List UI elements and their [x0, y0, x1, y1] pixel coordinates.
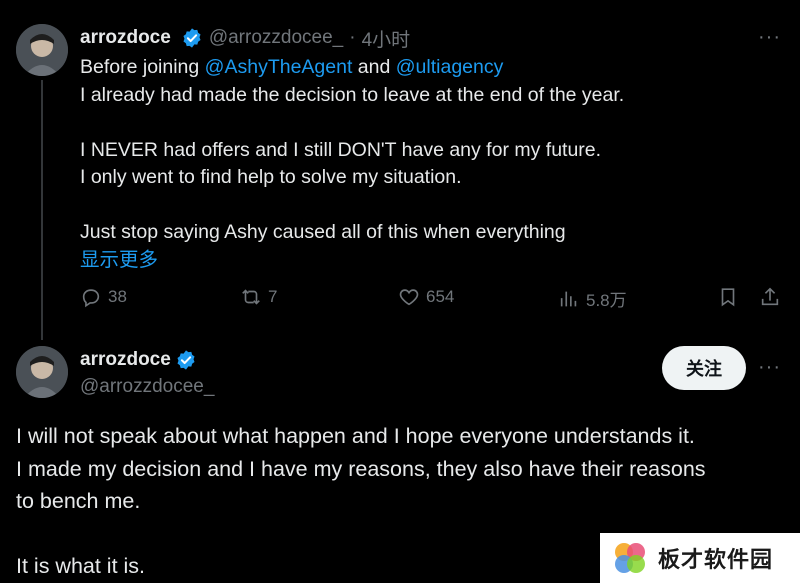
more-options-icon[interactable]: ··· — [758, 356, 781, 379]
tweet-actions: 38 7 654 5.8万 — [80, 286, 790, 316]
like-button[interactable]: 654 — [398, 286, 454, 308]
tweet-line: I NEVER had offers and I still DON'T hav… — [80, 138, 602, 161]
tweet-text: Before joining @AshyTheAgent and @ultiag… — [80, 54, 780, 274]
share-button[interactable] — [759, 286, 781, 308]
retweet-icon — [242, 289, 260, 305]
share-icon — [761, 287, 779, 306]
thread-line — [41, 80, 43, 340]
verified-badge-icon — [177, 350, 195, 370]
author-handle[interactable]: @arrozzdocee_ — [209, 27, 343, 49]
views-chart-icon — [560, 291, 577, 306]
mention-link[interactable]: @ultiagency — [396, 56, 504, 78]
mention-link[interactable]: @AshyTheAgent — [205, 56, 353, 78]
tweet-line: I already had made the decision to leave… — [80, 83, 625, 106]
more-options-icon[interactable]: ··· — [758, 26, 781, 49]
tweet-line: Just stop saying Ashy caused all of this… — [80, 221, 566, 243]
verified-badge-icon — [183, 28, 201, 48]
show-more-link[interactable]: 显示更多 — [80, 247, 780, 275]
tweet-line: to bench me. — [16, 489, 141, 513]
author-name[interactable]: arrozdoce — [80, 349, 171, 371]
retweet-button[interactable]: 7 — [240, 286, 277, 308]
tweet-header: arrozdoce — [80, 346, 197, 374]
reply-button[interactable]: 38 — [80, 286, 127, 308]
avatar[interactable] — [16, 346, 68, 398]
watermark-text: 板才软件园 — [658, 547, 774, 572]
retweet-count: 7 — [268, 287, 278, 306]
author-name[interactable]: arrozdoce — [80, 27, 171, 49]
avatar[interactable] — [16, 24, 68, 76]
reply-count: 38 — [108, 287, 127, 306]
views-count: 5.8万 — [586, 291, 627, 310]
author-handle[interactable]: @arrozzdocee_ — [80, 376, 214, 398]
tweet-line: Before joining @AshyTheAgent and @ultiag… — [80, 56, 504, 78]
tweet-line: I made my decision and I have my reasons… — [16, 456, 706, 481]
watermark: 板才软件园 — [600, 533, 800, 583]
watermark-logo-icon — [615, 543, 645, 573]
tweet-header: arrozdoce @arrozzdocee_ · 4小时 — [80, 24, 410, 52]
timestamp[interactable]: 4小时 — [362, 25, 411, 52]
follow-button[interactable]: 关注 — [662, 346, 746, 390]
separator-dot: · — [349, 27, 356, 48]
bookmark-icon — [721, 288, 735, 307]
like-count: 654 — [426, 287, 455, 306]
tweet-line: I will not speak about what happen and I… — [16, 424, 695, 448]
heart-icon — [399, 289, 419, 306]
views-button[interactable]: 5.8万 — [558, 286, 627, 311]
bookmark-button[interactable] — [717, 286, 739, 308]
tweet-line: I only went to find help to solve my sit… — [80, 166, 462, 188]
reply-icon — [82, 289, 100, 308]
